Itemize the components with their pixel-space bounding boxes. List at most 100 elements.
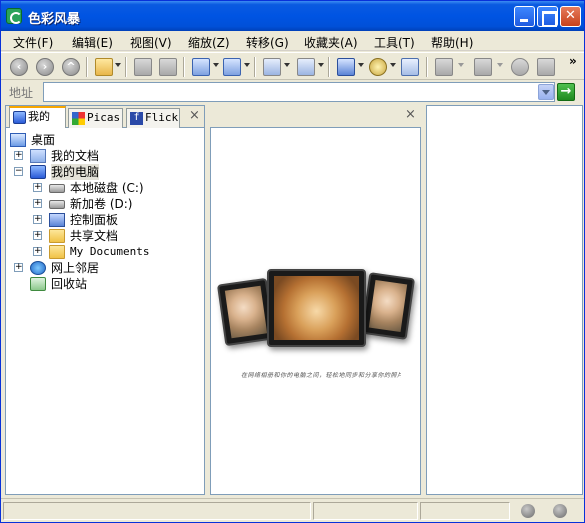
tree-item-local-disk-c[interactable]: + 本地磁盘 (C:) (33, 180, 193, 196)
tree-item-my-documents[interactable]: + 我的文档 (14, 148, 194, 164)
zoom-out-icon[interactable] (435, 58, 453, 76)
chevron-down-icon[interactable] (497, 63, 503, 67)
properties-icon[interactable] (337, 58, 355, 76)
hard-drive-icon (49, 200, 65, 209)
control-panel-icon (49, 213, 65, 227)
documents-icon (30, 149, 46, 163)
toolbar-separator (183, 57, 185, 77)
thumbnails-icon[interactable] (223, 58, 241, 76)
tree-item-my-computer[interactable]: − 我的电脑 (14, 164, 194, 180)
chevron-down-icon[interactable] (318, 63, 324, 67)
address-input[interactable] (43, 82, 555, 102)
tree-item-desktop[interactable]: 桌面 (10, 132, 190, 148)
tree-item-recycle-bin[interactable]: 回收站 (14, 276, 194, 292)
status-indicator-icon (521, 504, 535, 518)
portrait-photo (368, 280, 408, 332)
address-label: 地址 (9, 86, 34, 100)
chevron-down-icon[interactable] (390, 63, 396, 67)
network-icon (30, 261, 46, 275)
chevron-down-icon[interactable] (458, 63, 464, 67)
status-indicator-icon (553, 504, 567, 518)
go-arrow-icon[interactable]: → (557, 83, 575, 101)
close-button[interactable]: ✕ (560, 6, 581, 27)
chevron-down-icon[interactable] (115, 63, 121, 67)
tree-item-shared-documents[interactable]: + 共享文档 (33, 228, 193, 244)
status-segment (313, 502, 418, 520)
chevron-down-icon[interactable] (213, 63, 219, 67)
photo-frame-center (267, 269, 366, 347)
folder-icon (49, 245, 65, 259)
tab-my-computer[interactable]: 我的 (9, 106, 66, 128)
menu-bar: 文件(F) 编辑(E) 视图(V) 缩放(Z) 转移(G) 收藏夹(A) 工具(… (1, 31, 584, 51)
copy-icon[interactable] (263, 58, 281, 76)
chevron-down-icon[interactable] (358, 63, 364, 67)
maximize-button[interactable] (537, 6, 558, 27)
preview-caption: 在网络相册和你的电脑之间，轻松地同步和分享你的照片 (241, 372, 401, 379)
folder-tree-pane: 我的 Picas f Flick × 桌面 + 我的文档 − 我的电脑 + 本地… (5, 105, 205, 495)
forward-icon[interactable]: › (36, 58, 54, 76)
expand-icon[interactable]: + (14, 151, 23, 160)
chevron-down-icon[interactable] (284, 63, 290, 67)
toolbar-separator (328, 57, 330, 77)
menu-edit[interactable]: 编辑(E) (72, 34, 113, 51)
up-icon[interactable]: ^ (62, 58, 80, 76)
app-window: 色彩风暴 ✕ 文件(F) 编辑(E) 视图(V) 缩放(Z) 转移(G) 收藏夹… (0, 0, 585, 523)
close-icon[interactable]: × (189, 108, 200, 123)
color-palette-icon[interactable] (369, 58, 387, 76)
status-bar (1, 498, 584, 522)
toolbar-more-icon[interactable]: » (569, 54, 577, 68)
kitten-photo (274, 276, 359, 340)
tree-item-network[interactable]: + 网上邻居 (14, 260, 194, 276)
tree-item-control-panel[interactable]: + 控制面板 (33, 212, 193, 228)
toolbar: ‹ › ^ » (1, 52, 584, 80)
tab-flickr[interactable]: f Flick (126, 108, 180, 128)
photo-frame-right (360, 272, 416, 340)
menu-view[interactable]: 视图(V) (130, 34, 172, 51)
menu-transfer[interactable]: 转移(G) (246, 34, 289, 51)
toolbar-separator (125, 57, 127, 77)
menu-favorites[interactable]: 收藏夹(A) (304, 34, 358, 51)
expand-icon[interactable]: + (33, 247, 42, 256)
preview-pane: × 在网络相册和你的电脑之间，轻松地同步和分享你的照片 (209, 105, 422, 495)
save-icon[interactable] (134, 58, 152, 76)
chevron-down-icon[interactable] (244, 63, 250, 67)
expand-icon[interactable]: + (33, 231, 42, 240)
expand-icon[interactable]: + (14, 263, 23, 272)
move-icon[interactable] (297, 58, 315, 76)
desktop-icon (10, 133, 26, 147)
print-icon[interactable] (159, 58, 177, 76)
expand-icon[interactable]: + (33, 183, 42, 192)
fullscreen-icon[interactable] (537, 58, 555, 76)
status-segment (420, 502, 510, 520)
app-logo-icon (6, 8, 22, 24)
menu-file[interactable]: 文件(F) (13, 34, 53, 51)
computer-icon (13, 111, 26, 124)
folder-tree: 桌面 + 我的文档 − 我的电脑 + 本地磁盘 (C:) + 新加卷 (D:) (6, 129, 204, 494)
title-bar[interactable]: 色彩风暴 ✕ (1, 1, 584, 31)
back-icon[interactable]: ‹ (10, 58, 28, 76)
zoom-in-icon[interactable] (474, 58, 492, 76)
expand-icon[interactable]: + (33, 215, 42, 224)
tree-item-my-documents-folder[interactable]: + My Documents (33, 244, 193, 260)
folder-icon (49, 229, 65, 243)
layout-icon[interactable] (192, 58, 210, 76)
menu-help[interactable]: 帮助(H) (431, 34, 473, 51)
status-segment (3, 502, 311, 520)
menu-zoom[interactable]: 缩放(Z) (188, 34, 230, 51)
close-icon[interactable]: × (405, 107, 416, 122)
address-dropdown-icon[interactable] (538, 84, 554, 100)
folder-view-icon[interactable] (95, 58, 113, 76)
expand-icon[interactable]: + (33, 199, 42, 208)
tab-picasa[interactable]: Picas (68, 108, 123, 128)
window-title: 色彩风暴 (28, 12, 81, 27)
tree-item-volume-d[interactable]: + 新加卷 (D:) (33, 196, 193, 212)
flickr-icon: f (130, 112, 143, 125)
portrait-photo (224, 285, 268, 339)
fit-window-icon[interactable] (511, 58, 529, 76)
minimize-button[interactable] (514, 6, 535, 27)
hard-drive-icon (49, 184, 65, 193)
menu-tools[interactable]: 工具(T) (374, 34, 415, 51)
collapse-icon[interactable]: − (14, 167, 23, 176)
source-tabs: 我的 Picas f Flick × (6, 106, 204, 128)
slideshow-icon[interactable] (401, 58, 419, 76)
